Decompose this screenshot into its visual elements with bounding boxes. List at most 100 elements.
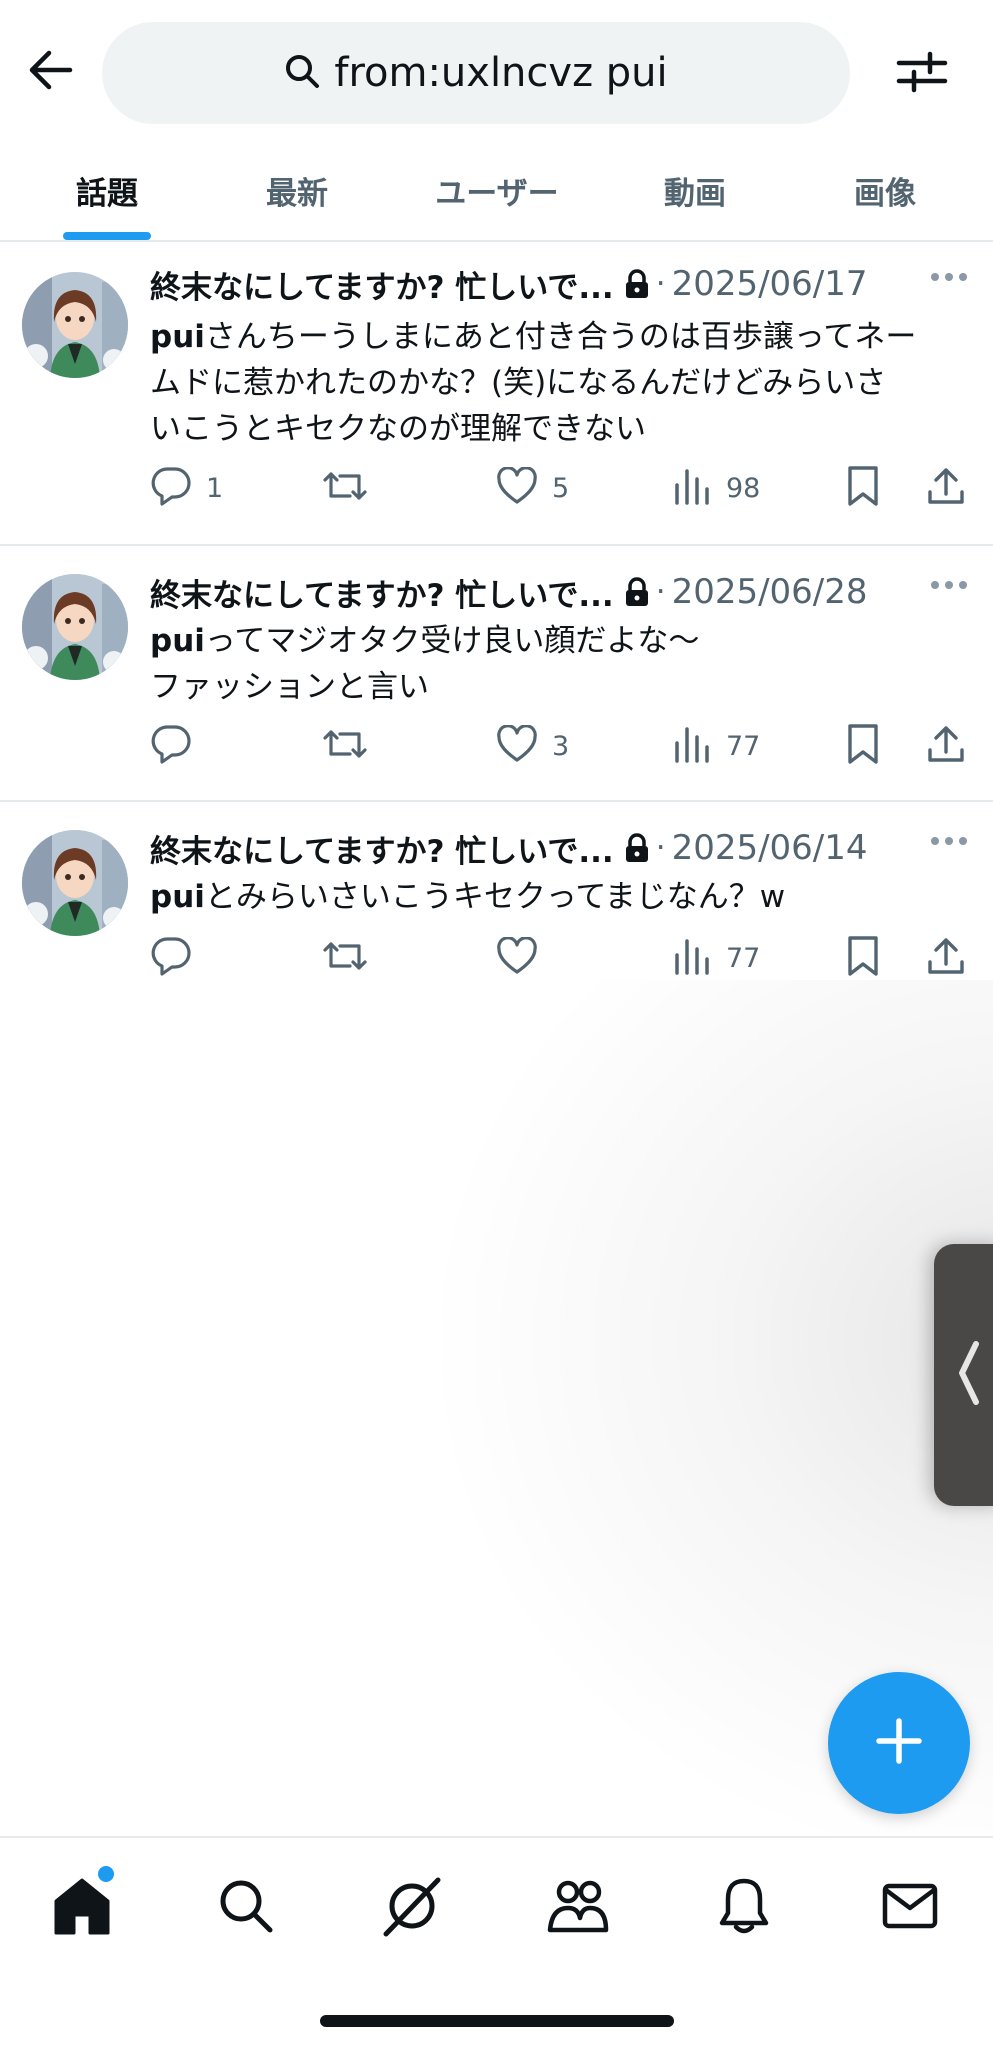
tweet-text-line: puiってマジオタク受け良い顔だよな〜 xyxy=(150,618,980,664)
more-dots-icon[interactable] xyxy=(930,836,968,846)
tweet-author-name[interactable]: 終末なにしてますか? 忙しいで... xyxy=(150,570,614,615)
separator-dot: · xyxy=(655,574,666,610)
search-input[interactable]: from:uxlncvz pui xyxy=(102,22,850,124)
tweet-text-line: ムドに惹かれたのかな？(笑)になるんだけどみらいさ xyxy=(150,365,887,401)
heart-icon xyxy=(496,466,538,509)
tweet-actions: 1 5 98 xyxy=(0,460,993,516)
tweet-text: puiとみらいさいこうキセクってまじなん？w xyxy=(150,874,980,920)
views-button[interactable]: 77 xyxy=(672,718,760,774)
bar-chart-icon xyxy=(672,937,712,979)
nav-communities[interactable] xyxy=(538,1868,618,1948)
search-icon xyxy=(218,1878,274,1938)
bar-chart-icon xyxy=(672,467,712,509)
search-highlight: pui xyxy=(150,623,205,659)
more-dots-icon[interactable] xyxy=(930,272,968,282)
bell-icon xyxy=(718,1877,770,1939)
like-button[interactable]: 5 xyxy=(496,460,569,516)
compose-button[interactable] xyxy=(828,1672,970,1814)
tweet-author-name[interactable]: 終末なにしてますか? 忙しいで... xyxy=(150,262,614,307)
communities-icon xyxy=(546,1878,610,1938)
nav-home[interactable] xyxy=(42,1866,122,1948)
separator-dot: · xyxy=(655,266,666,302)
share-icon xyxy=(926,936,966,980)
tweet-text-segment: ってマジオタク受け良い顔だよな〜 xyxy=(204,623,700,659)
tweet-text: puiさんちーうしまにあと付き合うのは百歩譲ってネー ムドに惹かれたのかな？(笑… xyxy=(150,314,980,452)
reply-button[interactable]: 1 xyxy=(150,460,223,516)
like-button[interactable] xyxy=(496,930,552,986)
bookmark-icon xyxy=(846,935,880,981)
tweet[interactable]: 終末なにしてますか? 忙しいで... · 2025/06/14 puiとみらいさ… xyxy=(0,802,993,1012)
retweet-icon xyxy=(322,724,368,768)
separator-dot: · xyxy=(655,830,666,866)
reply-icon xyxy=(150,724,192,768)
tab-images[interactable]: 画像 xyxy=(818,140,952,240)
like-button[interactable]: 3 xyxy=(496,718,569,774)
tab-trending[interactable]: 話題 xyxy=(40,140,174,240)
search-filter-button[interactable] xyxy=(890,44,954,104)
share-button[interactable] xyxy=(926,718,966,774)
retweet-button[interactable] xyxy=(322,930,382,986)
search-header: from:uxlncvz pui xyxy=(0,0,993,140)
nav-notifications[interactable] xyxy=(704,1868,784,1948)
active-tab-indicator xyxy=(63,232,151,240)
tab-label: 話題 xyxy=(76,175,138,212)
reply-button[interactable] xyxy=(150,930,206,986)
tab-label: 最新 xyxy=(266,175,328,212)
tweet-date[interactable]: 2025/06/17 xyxy=(672,264,868,304)
tab-label: 動画 xyxy=(664,175,726,212)
views-button[interactable]: 98 xyxy=(672,460,760,516)
tab-users[interactable]: ユーザー xyxy=(410,140,584,240)
search-highlight: pui xyxy=(150,879,205,915)
like-count: 5 xyxy=(552,472,570,504)
lock-icon xyxy=(624,269,650,299)
notification-dot xyxy=(98,1866,114,1882)
magnifier-icon xyxy=(284,53,320,93)
bookmark-icon xyxy=(846,723,880,769)
bookmark-icon xyxy=(846,465,880,511)
tweet-text-line: ファッションと言い xyxy=(150,669,429,705)
views-button[interactable]: 77 xyxy=(672,930,760,986)
lock-icon xyxy=(624,833,650,863)
reply-icon xyxy=(150,466,192,510)
mail-icon xyxy=(882,1882,938,1934)
tweet[interactable]: 終末なにしてますか? 忙しいで... · 2025/06/28 puiってマジオ… xyxy=(0,546,993,802)
nav-messages[interactable] xyxy=(870,1868,950,1948)
tweet-header: 終末なにしてますか? 忙しいで... · 2025/06/28 xyxy=(150,570,970,614)
tweet-header: 終末なにしてますか? 忙しいで... · 2025/06/14 xyxy=(150,826,970,870)
share-button[interactable] xyxy=(926,930,966,986)
nav-search[interactable] xyxy=(206,1868,286,1948)
chevron-left-icon xyxy=(954,1338,984,1412)
tweet[interactable]: 終末なにしてますか? 忙しいで... · 2025/06/17 puiさんちーう… xyxy=(0,242,993,546)
grok-icon xyxy=(380,1874,444,1942)
reply-button[interactable] xyxy=(150,718,206,774)
side-panel-handle[interactable] xyxy=(934,1244,993,1506)
share-button[interactable] xyxy=(926,460,966,516)
plus-icon xyxy=(874,1716,924,1770)
avatar[interactable] xyxy=(22,272,128,378)
bookmark-button[interactable] xyxy=(846,460,880,516)
views-count: 77 xyxy=(726,942,761,974)
home-indicator xyxy=(320,2015,674,2027)
bookmark-button[interactable] xyxy=(846,718,880,774)
avatar[interactable] xyxy=(22,574,128,680)
search-tabs: 話題 最新 ユーザー 動画 画像 xyxy=(0,140,993,242)
bookmark-button[interactable] xyxy=(846,930,880,986)
tab-videos[interactable]: 動画 xyxy=(628,140,762,240)
like-count: 3 xyxy=(552,730,570,762)
tweet-actions: 77 xyxy=(0,930,993,986)
tab-latest[interactable]: 最新 xyxy=(230,140,364,240)
share-icon xyxy=(926,724,966,768)
retweet-button[interactable] xyxy=(322,718,382,774)
tweet-date[interactable]: 2025/06/28 xyxy=(672,572,868,612)
more-dots-icon[interactable] xyxy=(930,580,968,590)
nav-grok[interactable] xyxy=(372,1868,452,1948)
retweet-button[interactable] xyxy=(322,460,382,516)
reply-icon xyxy=(150,936,192,980)
heart-icon xyxy=(496,724,538,767)
avatar[interactable] xyxy=(22,830,128,936)
page: from:uxlncvz pui 話題 最新 ユーザー 動画 画像 終末なにして… xyxy=(0,0,993,2048)
tweet-date[interactable]: 2025/06/14 xyxy=(672,828,868,868)
back-button[interactable] xyxy=(22,44,78,100)
bar-chart-icon xyxy=(672,725,712,767)
tweet-author-name[interactable]: 終末なにしてますか? 忙しいで... xyxy=(150,826,614,871)
